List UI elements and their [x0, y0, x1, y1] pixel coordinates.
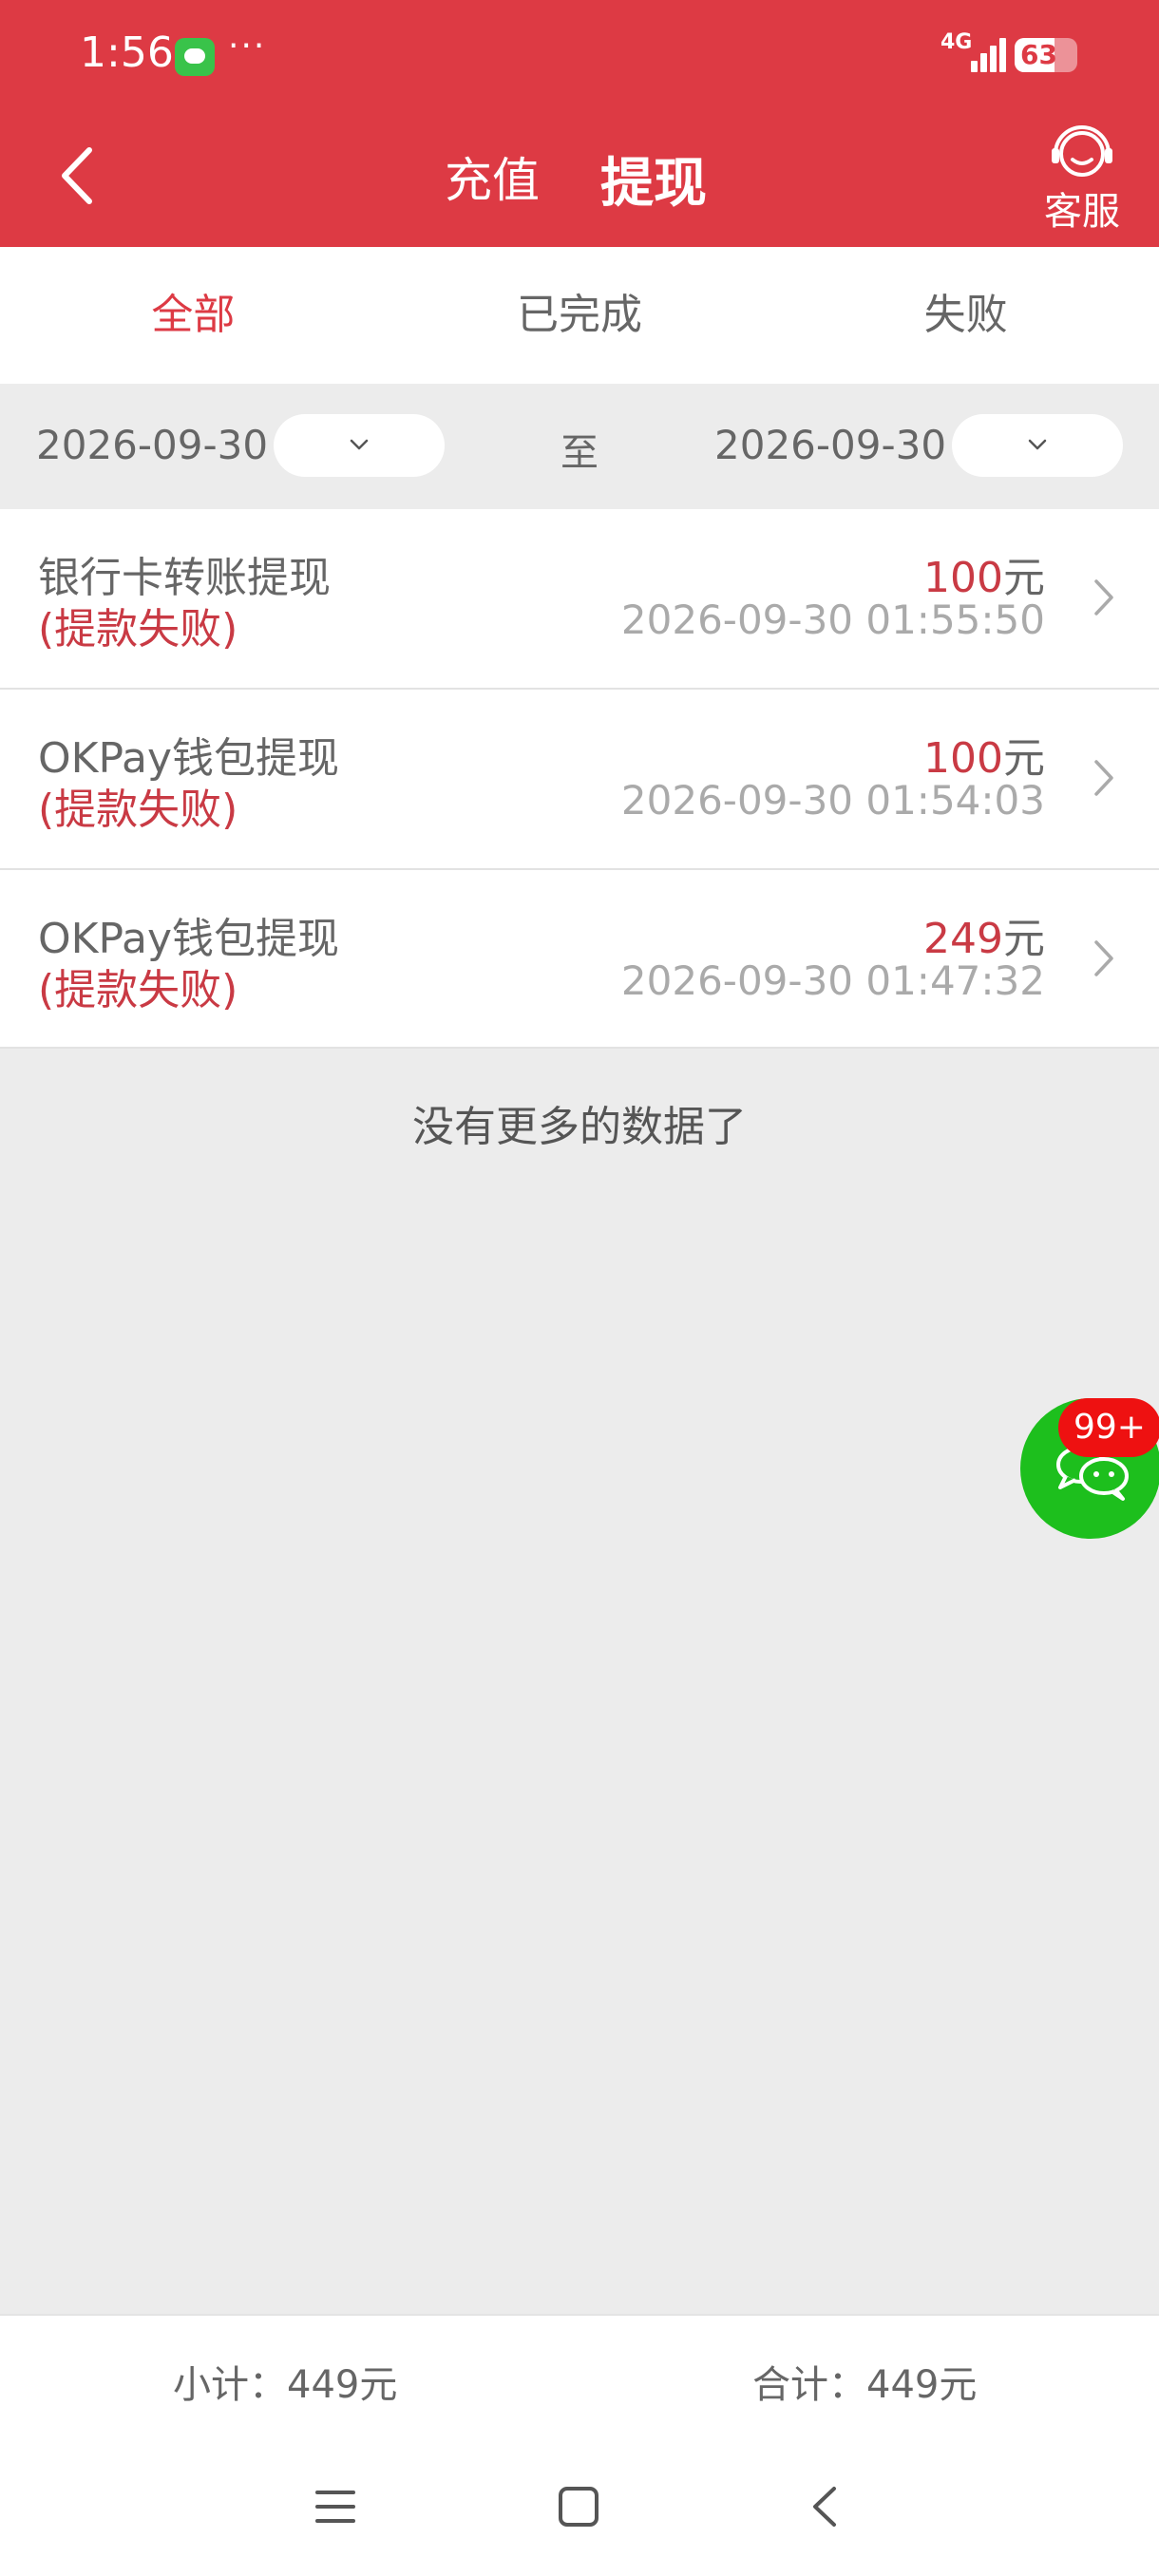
- end-date: 2026-09-30: [714, 422, 947, 468]
- message-notification-icon: [175, 38, 215, 76]
- subtotal-text: 小计：449元: [173, 2363, 398, 2407]
- battery-percent: 63: [1020, 39, 1057, 70]
- filter-tabs: 全部 已完成 失败: [0, 247, 1159, 384]
- record-amount: 100元: [923, 543, 1045, 604]
- record-status: (提款失败): [38, 605, 238, 653]
- customer-service-button[interactable]: 客服: [1037, 123, 1127, 237]
- record-status: (提款失败): [38, 786, 238, 834]
- unread-count-badge: 99+: [1058, 1398, 1159, 1457]
- app-header: 1:56 ··· 4G 63 充值 提现 客服: [0, 0, 1159, 247]
- home-icon[interactable]: [557, 2485, 600, 2529]
- record-amount: 100元: [923, 724, 1045, 785]
- withdrawal-record[interactable]: OKPay钱包提现 (提款失败) 249元 2026-09-30 01:47:3…: [0, 870, 1159, 1049]
- status-time: 1:56: [80, 28, 174, 77]
- customer-service-label: 客服: [1044, 190, 1120, 234]
- amount-unit: 元: [1003, 915, 1045, 963]
- chevron-down-icon: [1028, 439, 1047, 450]
- tab-recharge[interactable]: 充值: [445, 142, 540, 211]
- chevron-right-icon: [1094, 760, 1113, 796]
- start-date: 2026-09-30: [36, 422, 269, 468]
- no-more-data-text: 没有更多的数据了: [412, 1103, 747, 1151]
- signal-icon: [961, 38, 1006, 72]
- withdrawal-records-list: 银行卡转账提现 (提款失败) 100元 2026-09-30 01:55:50 …: [0, 509, 1159, 1049]
- amount-value: 100: [923, 734, 1003, 783]
- record-amount: 249元: [923, 904, 1045, 965]
- withdrawal-record[interactable]: OKPay钱包提现 (提款失败) 100元 2026-09-30 01:54:0…: [0, 690, 1159, 870]
- amount-unit: 元: [1003, 734, 1045, 783]
- menu-icon[interactable]: [314, 2485, 357, 2529]
- system-nav-bar: [0, 2441, 1159, 2576]
- record-time: 2026-09-30 01:54:03: [620, 777, 1045, 824]
- battery-icon: 63: [1015, 38, 1077, 72]
- summary-bar: 小计：449元 合计：449元: [0, 2314, 1159, 2441]
- back-nav-icon[interactable]: [806, 2485, 844, 2529]
- end-date-dropdown[interactable]: [952, 414, 1123, 477]
- filter-tab-completed[interactable]: 已完成: [387, 247, 773, 384]
- filter-tab-all[interactable]: 全部: [0, 247, 387, 384]
- more-notifications-icon: ···: [228, 27, 267, 66]
- tab-withdraw[interactable]: 提现: [600, 141, 707, 218]
- start-date-dropdown[interactable]: [274, 414, 445, 477]
- amount-value: 100: [923, 554, 1003, 602]
- back-button[interactable]: [49, 142, 106, 209]
- chevron-right-icon: [1094, 940, 1113, 976]
- record-time: 2026-09-30 01:47:32: [620, 957, 1045, 1004]
- chevron-right-icon: [1094, 579, 1113, 616]
- status-bar: 1:56 ··· 4G 63: [0, 0, 1159, 114]
- headset-icon: [1052, 125, 1112, 177]
- chevron-down-icon: [350, 439, 369, 450]
- date-separator: 至: [560, 431, 598, 475]
- amount-value: 249: [923, 915, 1003, 963]
- chevron-left-icon: [62, 147, 92, 204]
- filter-tab-failed[interactable]: 失败: [772, 247, 1159, 384]
- withdrawal-record[interactable]: 银行卡转账提现 (提款失败) 100元 2026-09-30 01:55:50: [0, 509, 1159, 690]
- total-text: 合计：449元: [752, 2363, 978, 2407]
- amount-unit: 元: [1003, 554, 1045, 602]
- record-status: (提款失败): [38, 966, 238, 1014]
- date-range-bar: 2026-09-30 至 2026-09-30: [0, 384, 1159, 509]
- record-time: 2026-09-30 01:55:50: [620, 597, 1045, 643]
